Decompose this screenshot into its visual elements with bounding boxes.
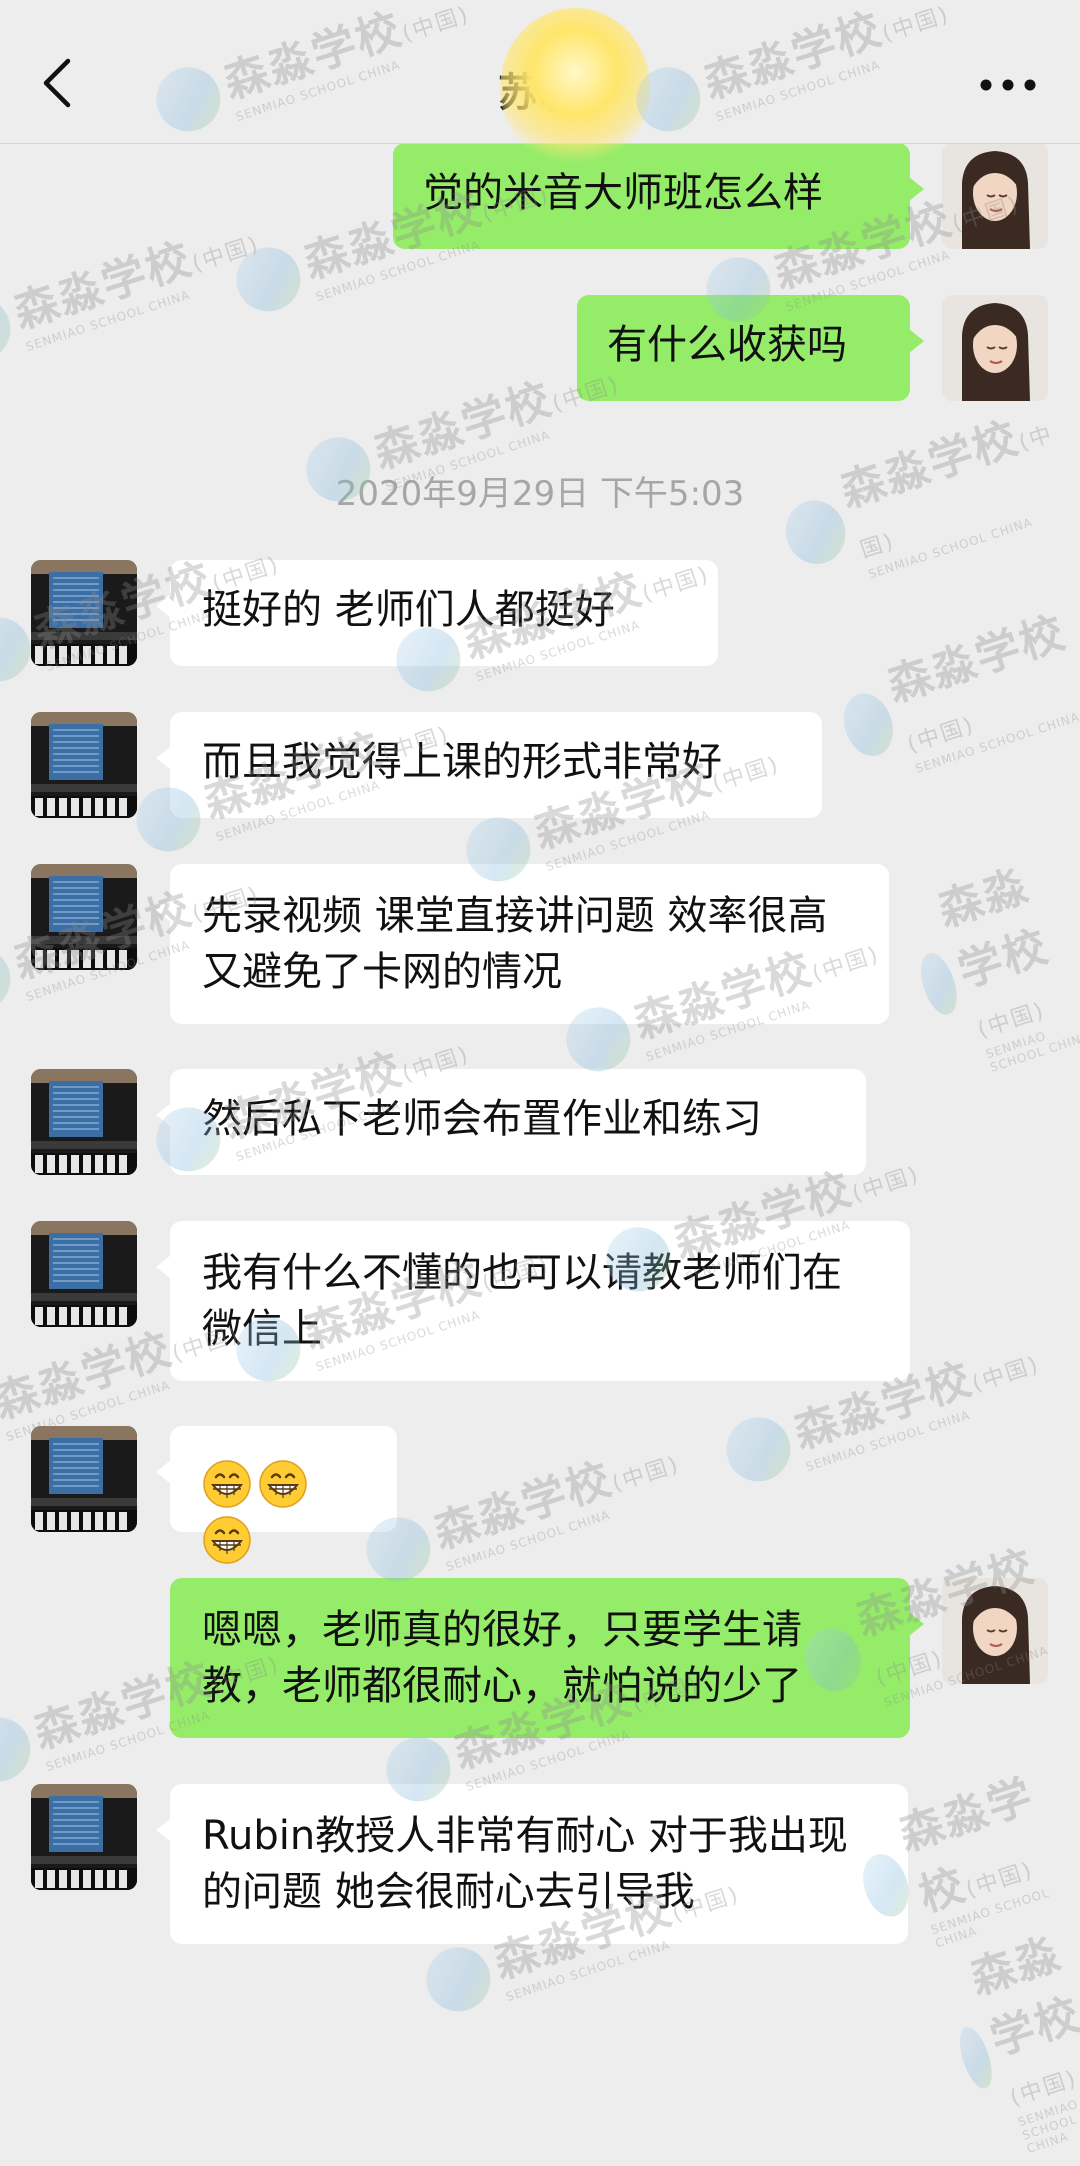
contact-avatar[interactable] <box>31 864 137 970</box>
school-logo-icon <box>953 2022 998 2092</box>
sent-message-bubble[interactable]: 有什么收获吗 <box>577 295 924 401</box>
contact-avatar[interactable] <box>31 1221 137 1327</box>
grinning-face-icon <box>202 1515 252 1565</box>
school-logo-icon <box>914 948 963 1019</box>
watermark-subtext: SENMIAO SCHOOL CHINA <box>984 1028 1080 1075</box>
school-watermark: 森淼学校(中国) SENMIAO SCHOOL CHINA <box>892 840 1080 1086</box>
watermark-subtext: SENMIAO SCHOOL CHINA <box>444 1507 612 1575</box>
school-logo-icon <box>0 939 19 1020</box>
contact-avatar[interactable] <box>31 1069 137 1175</box>
contact-avatar[interactable] <box>31 1784 137 1890</box>
received-message-bubble[interactable]: 然后私下老师会布置作业和练习 <box>156 1069 866 1175</box>
grinning-face-icon <box>258 1459 308 1509</box>
sent-message-bubble[interactable]: 嗯嗯，老师真的很好，只要学生请教，老师都很耐心，就怕说的少了 <box>170 1578 924 1738</box>
message-text: 先录视频 课堂直接讲问题 效率很高 又避免了卡网的情况 <box>202 893 828 995</box>
chat-title: 苏岩 <box>498 70 582 116</box>
received-message-bubble[interactable]: 我有什么不懂的也可以请教老师们在微信上 <box>156 1221 910 1381</box>
sent-message-bubble[interactable]: 觉的米音大师班怎么样 <box>393 143 924 249</box>
watermark-subtext: SENMIAO SCHOOL CHINA <box>929 1885 1052 1951</box>
contact-avatar[interactable] <box>31 560 137 666</box>
watermark-text: 森淼学校(中国) <box>892 1769 1040 1922</box>
school-logo-icon <box>418 1939 499 2020</box>
watermark-subtext: SENMIAO SCHOOL CHINA <box>913 709 1080 776</box>
message-text: Rubin教授人非常有耐心 对于我出现的问题 她会很耐心去引导我 <box>202 1813 848 1915</box>
school-watermark: 森淼学校(中国) SENMIAO SCHOOL CHINA <box>826 596 1080 793</box>
school-logo-icon <box>228 239 309 320</box>
school-logo-icon <box>835 686 901 763</box>
message-text: 然后私下老师会布置作业和练习 <box>202 1096 762 1142</box>
message-text: 挺好的 老师们人都挺好 <box>202 587 615 633</box>
watermark-subtext: SENMIAO SCHOOL CHINA <box>24 287 192 355</box>
watermark-subtext: SENMIAO SCHOOL CHINA <box>804 1407 972 1475</box>
school-logo-icon <box>718 1409 799 1490</box>
watermark-text: 森淼学校(中国) <box>964 1927 1080 2112</box>
message-text: 有什么收获吗 <box>607 322 847 368</box>
watermark-subtext: SENMIAO SCHOOL CHINA <box>1016 2096 1080 2157</box>
watermark-text: 森淼学校(中国) <box>881 606 1073 758</box>
received-emoji-bubble[interactable] <box>156 1426 397 1532</box>
self-avatar[interactable] <box>942 295 1048 401</box>
received-message-bubble[interactable]: 而且我觉得上课的形式非常好 <box>156 712 822 818</box>
contact-avatar[interactable] <box>31 1426 137 1532</box>
message-text: 我有什么不懂的也可以请教老师们在微信上 <box>202 1250 842 1352</box>
received-message-bubble[interactable]: 先录视频 课堂直接讲问题 效率很高 又避免了卡网的情况 <box>156 864 889 1024</box>
received-message-bubble[interactable]: 挺好的 老师们人都挺好 <box>156 560 718 666</box>
self-avatar[interactable] <box>942 143 1048 249</box>
contact-avatar[interactable] <box>31 712 137 818</box>
school-watermark: 森淼学校(中国) SENMIAO SCHOOL CHINA <box>929 1915 1080 2166</box>
message-timestamp: 2020年9月29日 下午5:03 <box>335 474 745 514</box>
school-logo-icon <box>0 289 19 370</box>
watermark-text: 森淼学校(中国) <box>932 859 1056 1044</box>
message-text: 觉的米音大师班怎么样 <box>423 170 823 216</box>
watermark-text: 森淼学校(中国) <box>7 232 263 339</box>
watermark-text: 森淼学校(中国) <box>427 1452 683 1559</box>
message-text: 而且我觉得上课的形式非常好 <box>202 739 722 785</box>
self-avatar[interactable] <box>942 1578 1048 1684</box>
school-watermark: 森淼学校(中国) SENMIAO SCHOOL CHINA <box>0 202 269 377</box>
ellipsis-icon <box>980 79 1036 91</box>
received-message-bubble[interactable]: Rubin教授人非常有耐心 对于我出现的问题 她会很耐心去引导我 <box>156 1784 908 1944</box>
chat-header: 苏岩 <box>0 0 1080 144</box>
message-text: 嗯嗯，老师真的很好，只要学生请教，老师都很耐心，就怕说的少了 <box>202 1607 802 1709</box>
school-watermark: 森淼学校(中国) SENMIAO SCHOOL CHINA <box>356 1422 689 1597</box>
grinning-face-icon <box>202 1459 252 1509</box>
school-logo-icon <box>0 1709 39 1790</box>
more-options-button[interactable] <box>976 60 1040 110</box>
